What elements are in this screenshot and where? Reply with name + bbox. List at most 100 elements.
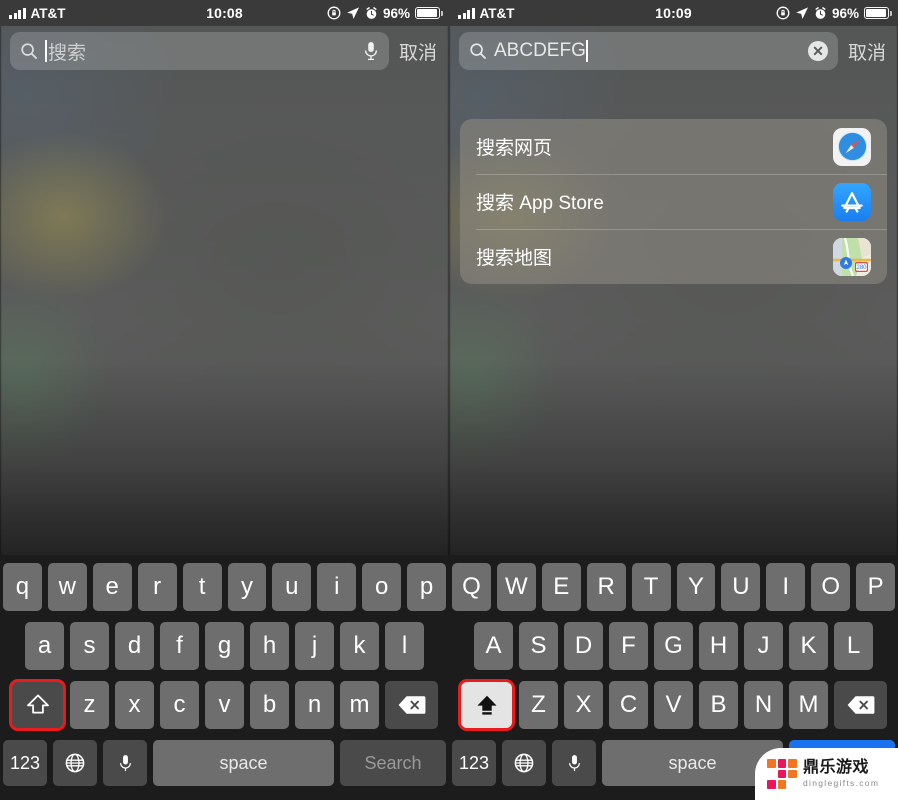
key-C[interactable]: C <box>609 681 648 729</box>
key-W[interactable]: W <box>496 563 536 611</box>
key-F[interactable]: F <box>609 622 648 670</box>
key-G[interactable]: G <box>654 622 693 670</box>
dictation-key[interactable] <box>552 740 596 786</box>
key-R[interactable]: R <box>586 563 626 611</box>
text-caret <box>585 40 588 62</box>
carrier-label: AT&T <box>30 5 66 21</box>
key-v[interactable]: v <box>205 681 244 729</box>
keyboard-row-2: A S D F G H J K L <box>452 622 895 670</box>
watermark: 鼎乐游戏 dinglegifts.com <box>755 748 898 800</box>
key-Z[interactable]: Z <box>519 681 558 729</box>
key-T[interactable]: T <box>631 563 671 611</box>
list-item[interactable]: 搜索 App Store <box>460 174 887 229</box>
key-Y[interactable]: Y <box>676 563 716 611</box>
key-D[interactable]: D <box>564 622 603 670</box>
backspace-key[interactable] <box>385 681 438 729</box>
key-n[interactable]: n <box>295 681 334 729</box>
key-B[interactable]: B <box>699 681 738 729</box>
space-key[interactable]: space <box>153 740 334 786</box>
key-d[interactable]: d <box>115 622 154 670</box>
suggestion-label: 搜索 App Store <box>476 193 604 214</box>
key-m[interactable]: m <box>340 681 379 729</box>
location-arrow-icon <box>796 7 808 19</box>
numeric-key[interactable]: 123 <box>452 740 496 786</box>
key-V[interactable]: V <box>654 681 693 729</box>
keyboard-row-4: 123 space Search <box>3 740 446 786</box>
key-I[interactable]: I <box>766 563 806 611</box>
shift-key[interactable] <box>458 679 515 731</box>
key-M[interactable]: M <box>789 681 828 729</box>
key-X[interactable]: X <box>564 681 603 729</box>
key-w[interactable]: w <box>47 563 87 611</box>
key-c[interactable]: c <box>160 681 199 729</box>
keyboard-row-3: Z X C V B N M <box>452 679 895 731</box>
list-item[interactable]: 搜索网页 <box>460 119 887 174</box>
key-j[interactable]: j <box>295 622 334 670</box>
key-e[interactable]: e <box>92 563 132 611</box>
search-value: ABCDEFG <box>494 40 586 61</box>
key-o[interactable]: o <box>362 563 402 611</box>
list-item[interactable]: 搜索地图 280 <box>460 229 887 284</box>
search-text-area: 搜索 <box>45 38 356 65</box>
key-U[interactable]: U <box>721 563 761 611</box>
return-key[interactable]: Search <box>340 740 446 786</box>
globe-key[interactable] <box>502 740 546 786</box>
dictation-key[interactable] <box>103 740 147 786</box>
maps-icon: 280 <box>833 237 871 276</box>
key-k[interactable]: k <box>340 622 379 670</box>
key-i[interactable]: i <box>317 563 357 611</box>
shift-key[interactable] <box>9 679 66 731</box>
numeric-key[interactable]: 123 <box>3 740 47 786</box>
microphone-icon[interactable] <box>363 40 379 62</box>
cancel-button[interactable]: 取消 <box>397 38 439 65</box>
search-bar: ABCDEFG ✕ 取消 <box>449 26 898 76</box>
key-r[interactable]: r <box>137 563 177 611</box>
phone-panel-right: AT&T 10:09 96% ABCDEFG ✕ 取消 搜索网页 搜索 App … <box>449 0 898 800</box>
clear-circle-icon[interactable]: ✕ <box>807 41 828 61</box>
key-g[interactable]: g <box>205 622 244 670</box>
location-arrow-icon <box>347 7 359 19</box>
key-E[interactable]: E <box>541 563 581 611</box>
key-z[interactable]: z <box>70 681 109 729</box>
microphone-icon <box>568 754 580 771</box>
key-p[interactable]: p <box>407 563 447 611</box>
status-bar: AT&T 10:08 96% <box>0 0 449 26</box>
key-h[interactable]: h <box>250 622 289 670</box>
key-J[interactable]: J <box>744 622 783 670</box>
status-bar: AT&T 10:09 96% <box>449 0 898 26</box>
search-input[interactable]: 搜索 <box>10 32 389 70</box>
key-y[interactable]: y <box>227 563 267 611</box>
key-t[interactable]: t <box>182 563 222 611</box>
svg-text:280: 280 <box>856 265 867 271</box>
key-L[interactable]: L <box>834 622 873 670</box>
search-input[interactable]: ABCDEFG ✕ <box>459 32 838 70</box>
cancel-button[interactable]: 取消 <box>846 38 888 65</box>
battery-icon <box>864 7 892 19</box>
watermark-logo-icon <box>767 759 797 789</box>
key-q[interactable]: q <box>2 563 42 611</box>
key-u[interactable]: u <box>272 563 312 611</box>
search-placeholder: 搜索 <box>48 42 87 64</box>
search-text-area: ABCDEFG <box>494 40 801 62</box>
phone-panel-left: AT&T 10:08 96% 搜索 取消 q w e r t y u i o p… <box>0 0 449 800</box>
key-N[interactable]: N <box>744 681 783 729</box>
key-x[interactable]: x <box>115 681 154 729</box>
key-A[interactable]: A <box>474 622 513 670</box>
key-S[interactable]: S <box>519 622 558 670</box>
backspace-key[interactable] <box>834 681 887 729</box>
key-s[interactable]: s <box>70 622 109 670</box>
key-O[interactable]: O <box>811 563 851 611</box>
key-K[interactable]: K <box>789 622 828 670</box>
globe-key[interactable] <box>53 740 97 786</box>
key-f[interactable]: f <box>160 622 199 670</box>
key-a[interactable]: a <box>25 622 64 670</box>
backspace-icon <box>847 696 874 714</box>
key-l[interactable]: l <box>385 622 424 670</box>
keyboard-row-1: q w e r t y u i o p <box>2 563 447 611</box>
key-P[interactable]: P <box>856 563 896 611</box>
battery-percent: 96% <box>382 5 410 21</box>
key-Q[interactable]: Q <box>451 563 491 611</box>
watermark-name-en: dinglegifts.com <box>803 778 880 789</box>
key-H[interactable]: H <box>699 622 738 670</box>
key-b[interactable]: b <box>250 681 289 729</box>
